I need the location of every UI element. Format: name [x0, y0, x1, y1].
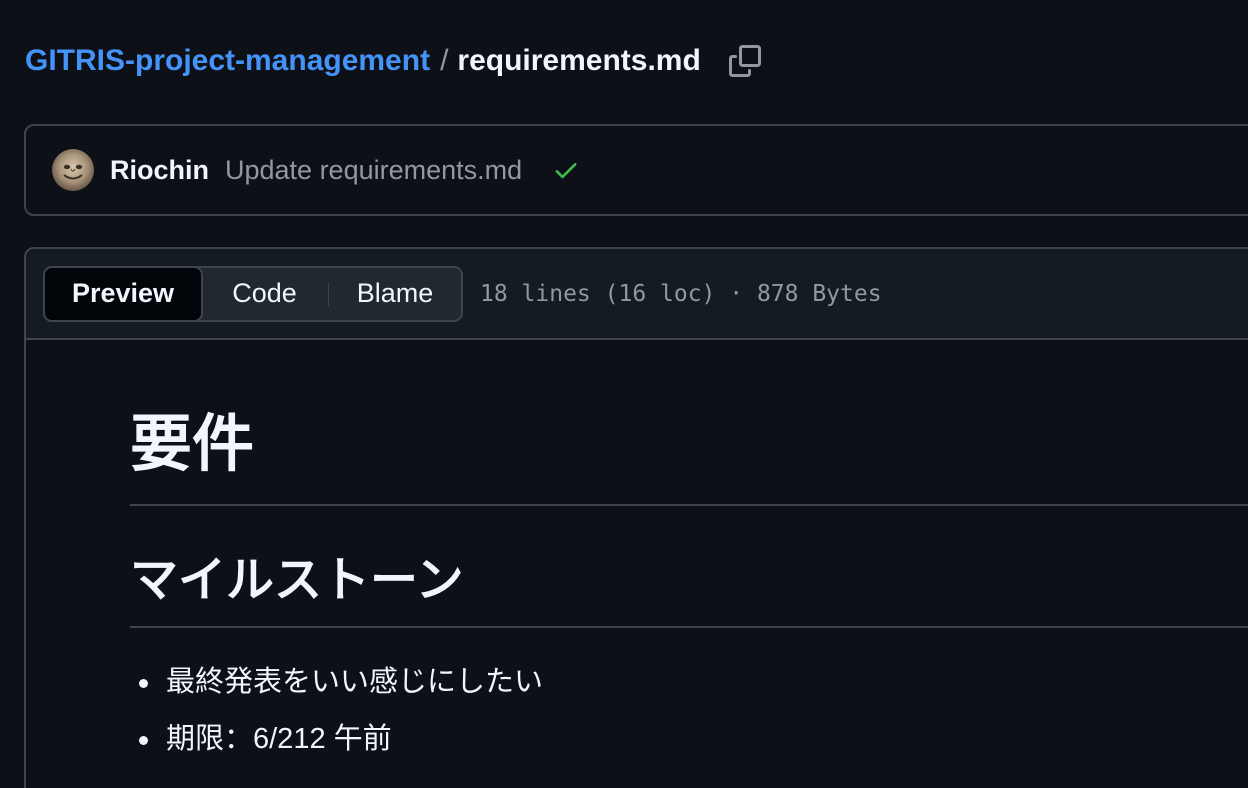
breadcrumb: GITRIS-project-management / requirements… — [25, 40, 765, 82]
file-header: Preview Code Blame 18 lines (16 loc) · 8… — [26, 249, 1248, 340]
markdown-list: 最終発表をいい感じにしたい 期限：6/212 午前 — [130, 662, 1248, 759]
breadcrumb-repo-link[interactable]: GITRIS-project-management — [25, 44, 430, 78]
check-icon — [555, 163, 577, 179]
avatar-face-icon — [63, 164, 83, 180]
file-viewer: Preview Code Blame 18 lines (16 loc) · 8… — [24, 247, 1248, 788]
breadcrumb-file-name: requirements.md — [457, 44, 701, 77]
markdown-heading-1: 要件 — [130, 406, 1248, 506]
page: GITRIS-project-management / requirements… — [0, 0, 1248, 788]
copy-icon — [728, 45, 761, 77]
view-mode-toggle: Preview Code Blame — [43, 265, 463, 322]
markdown-body: 要件 マイルストーン 最終発表をいい感じにしたい 期限：6/212 午前 — [26, 406, 1248, 759]
file-meta: 18 lines (16 loc) · 878 Bytes — [480, 280, 882, 307]
copy-path-button[interactable] — [725, 41, 765, 81]
tab-code[interactable]: Code — [201, 268, 328, 320]
commit-status[interactable] — [552, 156, 580, 184]
commit-message[interactable]: Update requirements.md — [225, 155, 522, 186]
list-item: 期限：6/212 午前 — [139, 719, 1248, 759]
tab-preview[interactable]: Preview — [43, 265, 203, 322]
latest-commit-box: Riochin Update requirements.md — [24, 124, 1248, 216]
commit-author[interactable]: Riochin — [110, 155, 209, 186]
list-item: 最終発表をいい感じにしたい — [139, 662, 1248, 702]
tab-blame[interactable]: Blame — [329, 268, 461, 320]
breadcrumb-separator: / — [440, 44, 449, 77]
markdown-heading-2: マイルストーン — [130, 550, 1248, 628]
avatar[interactable] — [52, 149, 94, 191]
